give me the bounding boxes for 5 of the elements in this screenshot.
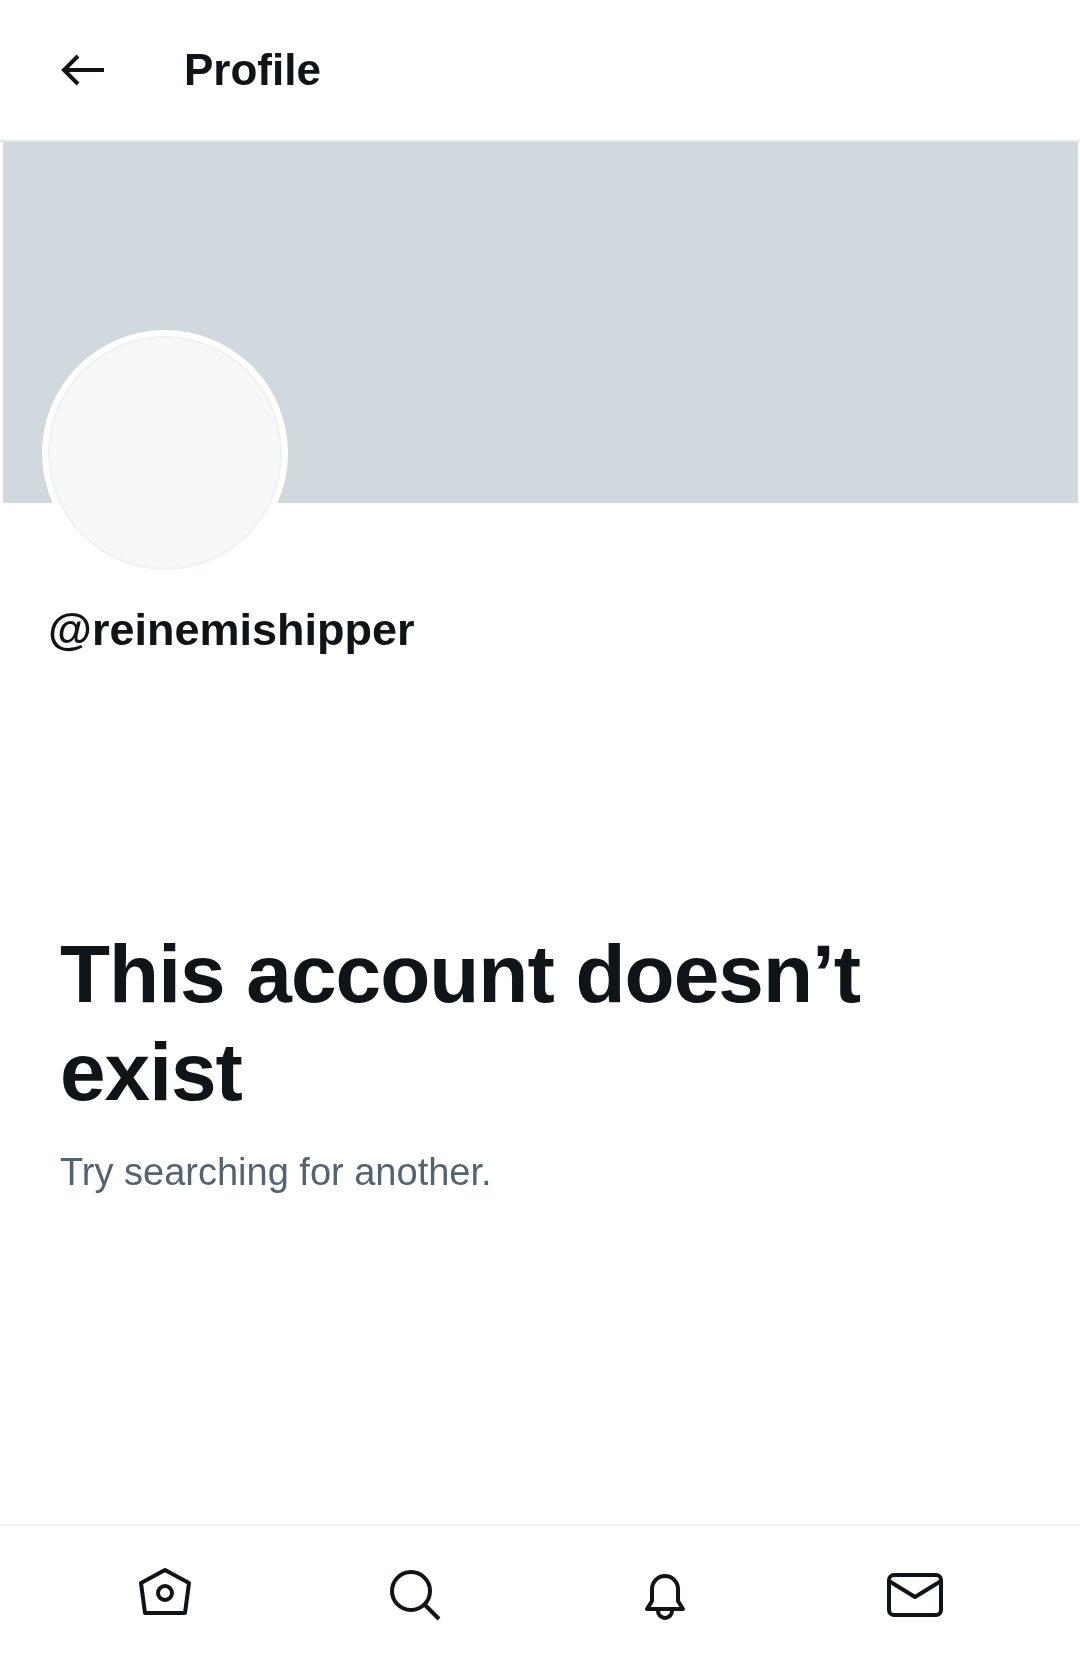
page-title: Profile [184, 44, 321, 96]
back-arrow-icon [60, 53, 106, 87]
message-title: This account doesn’t exist [60, 927, 862, 1120]
username: @reinemishipper [48, 603, 416, 657]
message-subtitle: Try searching for another. [60, 1149, 493, 1195]
